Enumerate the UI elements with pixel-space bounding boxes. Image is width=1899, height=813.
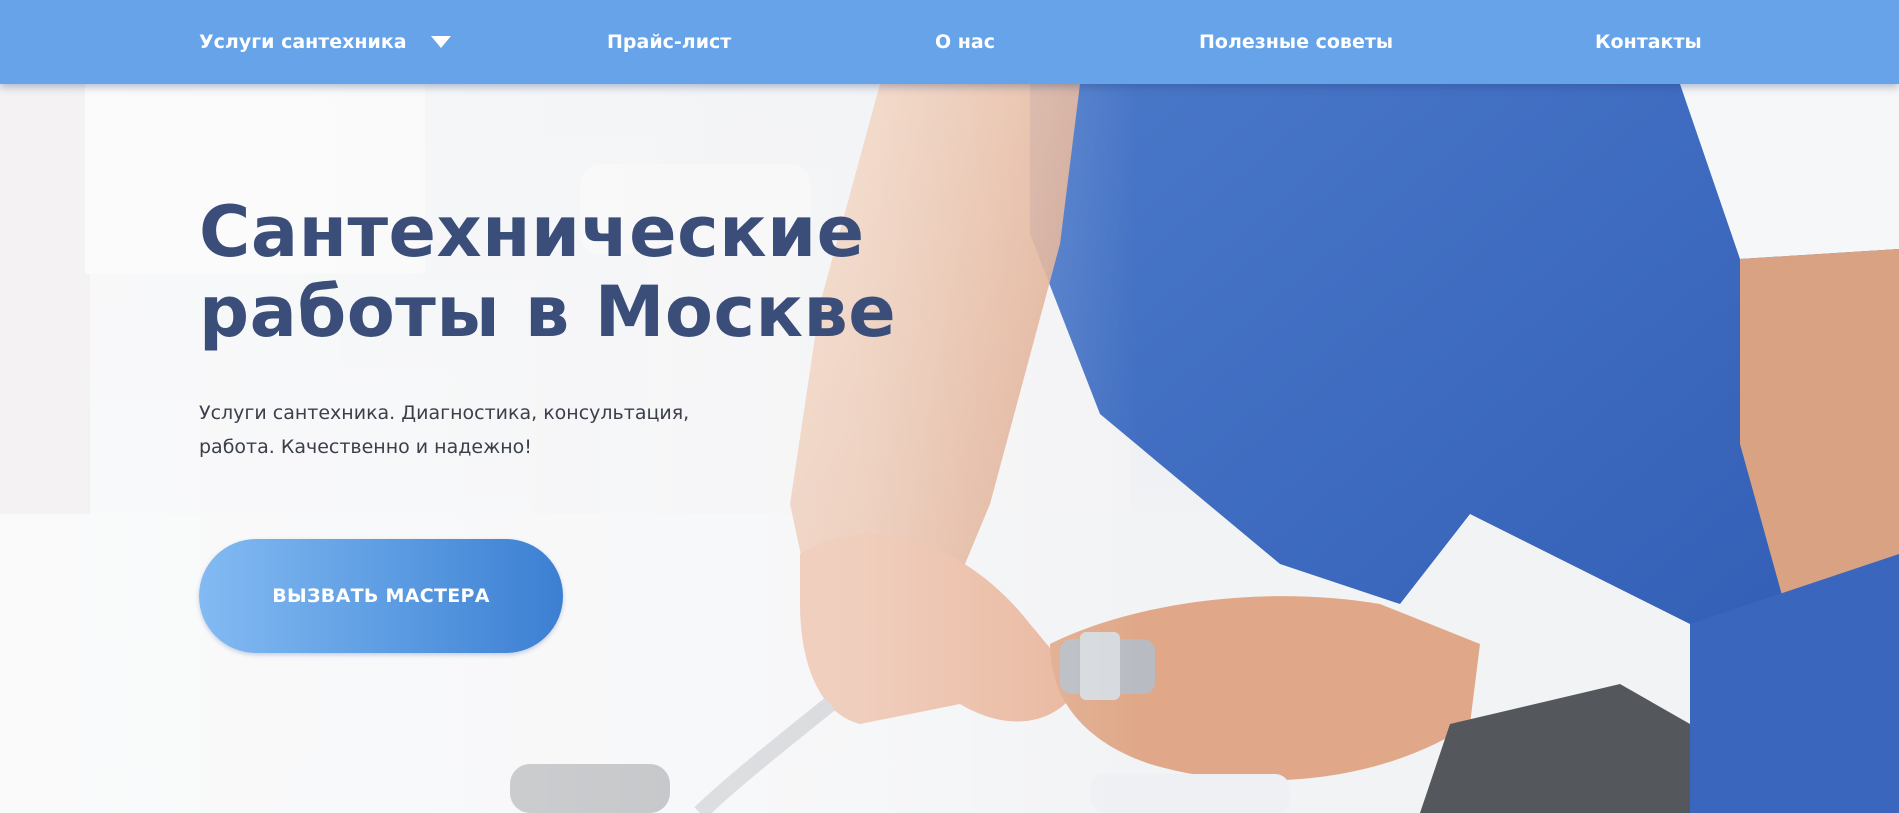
nav-item-price-list[interactable]: Прайс-лист <box>607 0 731 84</box>
nav-item-label: Прайс-лист <box>607 31 732 53</box>
chevron-down-icon[interactable] <box>430 36 451 48</box>
nav-item-label: Полезные советы <box>1199 31 1394 53</box>
call-master-button-label: ВЫЗВАТЬ МАСТЕРА <box>272 585 490 607</box>
hero-section: Сантехнические работы в Москве Услуги са… <box>0 84 1899 813</box>
hero-subtitle-line: Услуги сантехника. Диагностика, консульт… <box>199 402 690 424</box>
nav-item-plumber-services[interactable]: Услуги сантехника <box>199 0 451 84</box>
call-master-button[interactable]: ВЫЗВАТЬ МАСТЕРА <box>199 539 563 653</box>
top-navigation: Услуги сантехника Прайс-лист О нас Полез… <box>0 0 1899 84</box>
hero-title: Сантехнические работы в Москве <box>199 192 896 352</box>
hero-subtitle: Услуги сантехника. Диагностика, консульт… <box>199 396 759 464</box>
hero-title-line: работы в Москве <box>199 271 897 353</box>
nav-item-contacts[interactable]: Контакты <box>1595 0 1702 84</box>
nav-item-about[interactable]: О нас <box>935 0 995 84</box>
nav-item-useful-tips[interactable]: Полезные советы <box>1199 0 1393 84</box>
nav-item-label: Услуги сантехника <box>199 31 407 53</box>
nav-item-label: О нас <box>935 31 995 53</box>
nav-item-label: Контакты <box>1595 31 1702 53</box>
hero-subtitle-line: работа. Качественно и надежно! <box>199 436 532 458</box>
hero-title-line: Сантехнические <box>199 191 865 273</box>
